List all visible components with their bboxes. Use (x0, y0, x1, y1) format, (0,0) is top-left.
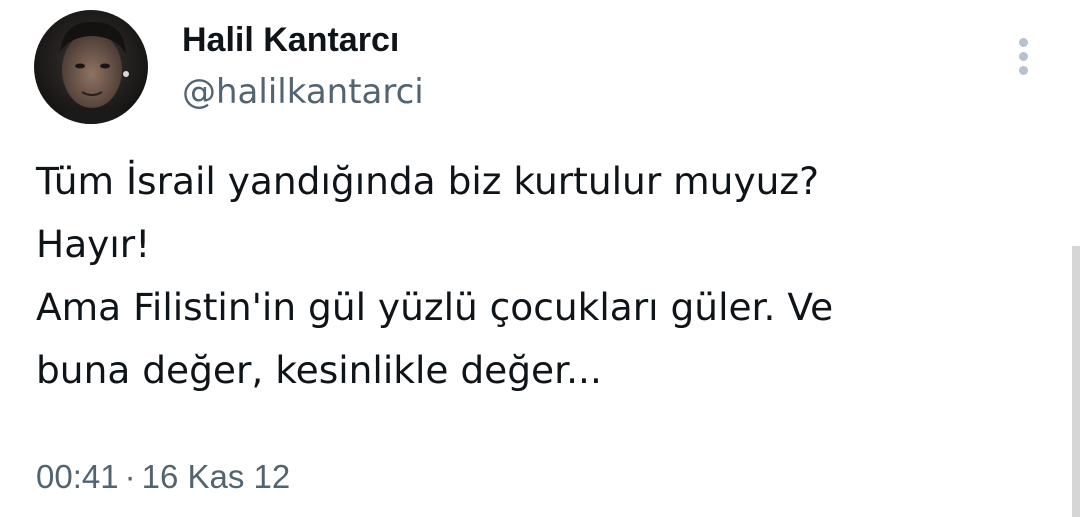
menu-dot (1019, 52, 1028, 61)
menu-dot (1019, 38, 1028, 47)
tweet-line: Ama Filistin'in gül yüzlü çocukları güle… (36, 285, 834, 329)
scrollbar[interactable] (1072, 246, 1080, 517)
menu-dot (1019, 66, 1028, 75)
author-display-name[interactable]: Halil Kantarcı (182, 18, 399, 62)
avatar[interactable] (34, 10, 148, 124)
tweet-card: Halil Kantarcı @halilkantarci Tüm İsrail… (0, 0, 1080, 517)
more-options-icon[interactable] (1008, 34, 1040, 78)
tweet-line: Tüm İsrail yandığında biz kurtulur muyuz… (36, 159, 819, 203)
tweet-line: Hayır! (36, 222, 151, 266)
tweet-time: 00:41 (36, 458, 119, 495)
meta-separator: · (124, 458, 136, 495)
tweet-line: buna değer, kesinlikle değer... (36, 348, 602, 392)
tweet-timestamp[interactable]: 00:41 · 16 Kas 12 (36, 455, 290, 499)
tweet-text: Tüm İsrail yandığında biz kurtulur muyuz… (36, 150, 1036, 402)
author-handle[interactable]: @halilkantarci (182, 70, 424, 114)
profile-photo-image (34, 10, 148, 124)
tweet-date: 16 Kas 12 (141, 458, 291, 495)
